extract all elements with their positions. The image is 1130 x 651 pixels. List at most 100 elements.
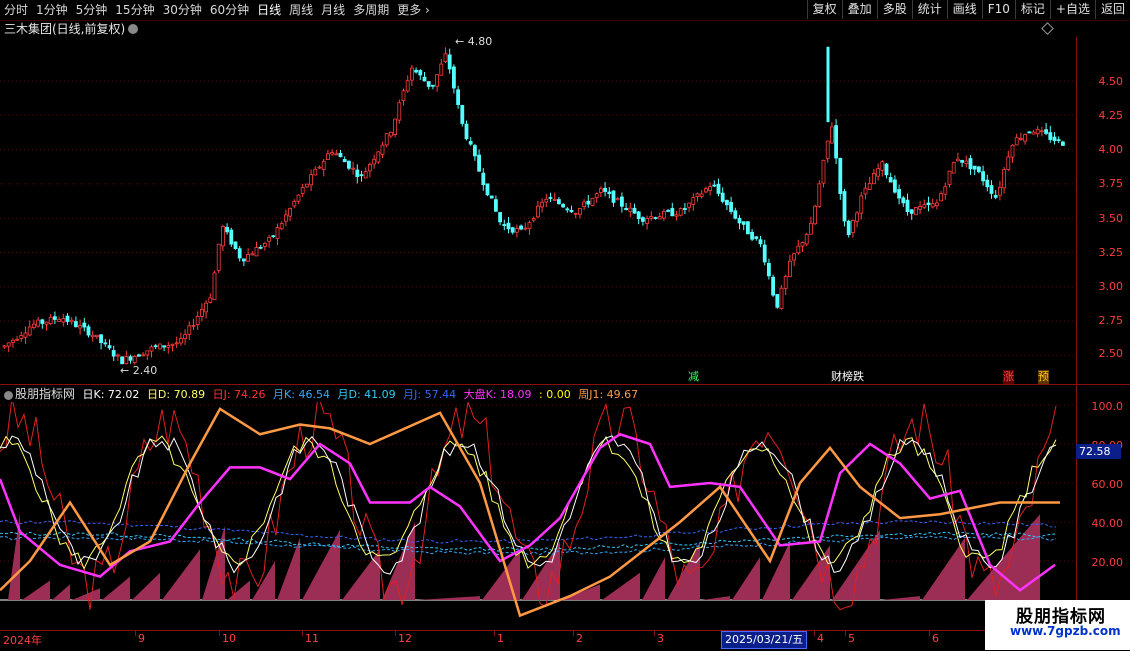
candle-body — [111, 350, 116, 357]
month-tick — [302, 631, 303, 636]
candle-body — [128, 356, 133, 361]
candle-body — [1014, 137, 1019, 146]
marker-zhang-text: 涨 — [1003, 370, 1014, 383]
dropdown-icon[interactable] — [128, 23, 139, 34]
price-tick: 2.75 — [1098, 314, 1124, 327]
candle-body — [498, 212, 503, 223]
candle-body — [678, 208, 683, 216]
mark-button[interactable]: 标记 — [1014, 0, 1050, 19]
candle-body — [183, 334, 188, 340]
indicator-axis: 100.0 80.00 60.00 40.00 20.00 — [1076, 385, 1130, 630]
candle-body — [309, 174, 314, 186]
candle-body — [792, 253, 796, 261]
stock-title[interactable]: 三木集团(日线,前复权) — [0, 21, 139, 37]
candle-body — [914, 207, 918, 216]
indicator-name[interactable]: 股朋指标网 — [15, 387, 75, 401]
candle-body — [1048, 132, 1053, 140]
tab-multi-period[interactable]: 多周期 — [349, 0, 393, 20]
candlestick-chart[interactable]: ← 4.80 ← 2.40 — [0, 37, 1076, 384]
f10-button[interactable]: F10 — [981, 0, 1015, 19]
multi-stock-button[interactable]: 多股 — [876, 0, 912, 19]
marker-yu-text: 预 — [1038, 370, 1049, 383]
candle-body — [1052, 136, 1057, 142]
histogram-triangle — [302, 529, 340, 600]
candle-body — [977, 166, 981, 173]
month-tick — [573, 631, 574, 636]
candle-body — [44, 321, 49, 325]
candle-body — [1023, 134, 1027, 142]
candle-body — [342, 159, 347, 163]
candle-body — [149, 346, 154, 352]
marker-yu[interactable]: 预 — [1038, 370, 1049, 384]
tab-60min[interactable]: 60分钟 — [206, 0, 253, 20]
candle-body — [262, 242, 267, 247]
candle-body — [704, 188, 708, 193]
tab-weekly[interactable]: 周线 — [285, 0, 317, 20]
candle-body — [477, 154, 482, 172]
candle-body — [586, 200, 591, 205]
diamond-icon[interactable] — [1041, 22, 1054, 35]
indicator-chart[interactable] — [0, 402, 1076, 630]
candle-body — [758, 239, 763, 245]
tab-5min[interactable]: 5分钟 — [72, 0, 112, 20]
tab-monthly[interactable]: 月线 — [317, 0, 349, 20]
histogram-triangle — [102, 576, 130, 600]
candle-body — [271, 235, 276, 238]
candle-body — [569, 209, 574, 213]
tab-fenshi[interactable]: 分时 — [0, 0, 32, 20]
candle-body — [439, 63, 444, 76]
fuquan-button[interactable]: 复权 — [806, 0, 842, 19]
month-tick — [135, 631, 136, 636]
indicator-collapse-icon[interactable] — [4, 390, 13, 400]
month-label: 11 — [305, 632, 319, 645]
candle-body — [1027, 131, 1032, 134]
candle-body — [624, 208, 628, 211]
candle-body — [174, 342, 179, 345]
marker-caibang[interactable]: 财榜跌 — [831, 370, 864, 384]
tab-30min[interactable]: 30分钟 — [159, 0, 206, 20]
statistics-button[interactable]: 统计 — [911, 0, 947, 19]
candle-body — [191, 324, 196, 327]
add-watchlist-button[interactable]: +自选 — [1049, 0, 1095, 19]
candle-body — [296, 194, 301, 202]
candle-body — [409, 67, 414, 81]
draw-line-button[interactable]: 画线 — [946, 0, 982, 19]
candle-body — [968, 158, 973, 170]
candle-body — [485, 183, 490, 196]
back-button[interactable]: 返回 — [1094, 0, 1130, 19]
tab-daily[interactable]: 日线 — [253, 0, 285, 20]
candle-body — [57, 319, 61, 322]
marker-jian[interactable]: 减 — [688, 370, 699, 384]
candle-body — [1044, 129, 1048, 134]
candle-body — [557, 199, 561, 205]
candle-body — [132, 356, 137, 364]
month-label: 1 — [497, 632, 504, 645]
price-tick: 2.50 — [1098, 347, 1124, 360]
candle-body — [573, 212, 578, 215]
candle-body — [414, 69, 419, 73]
candle-body — [153, 345, 158, 348]
candle-body — [166, 345, 171, 348]
candle-body — [599, 188, 603, 193]
candle-body — [594, 193, 599, 198]
overlay-button[interactable]: 叠加 — [841, 0, 877, 19]
tab-15min[interactable]: 15分钟 — [111, 0, 158, 20]
month-label: 6 — [932, 632, 939, 645]
candle-body — [809, 222, 813, 235]
marker-zhang[interactable]: 涨 — [1003, 370, 1014, 384]
candle-body — [246, 254, 251, 262]
tab-more[interactable]: 更多 › — [393, 0, 434, 20]
candle-body — [540, 201, 544, 208]
candle-body — [935, 202, 939, 207]
candle-body — [746, 221, 750, 235]
ind-item: 月K: 46.54 — [273, 388, 330, 401]
tab-1min[interactable]: 1分钟 — [32, 0, 72, 20]
candle-body — [817, 183, 822, 207]
candle-body — [947, 170, 952, 185]
indicator-header: 股朋指标网 日K: 72.02 日D: 70.89 日J: 74.26 月K: … — [4, 386, 642, 402]
histogram-triangle — [52, 584, 70, 600]
candle-body — [607, 191, 612, 194]
candle-body — [99, 334, 103, 344]
candle-body — [48, 316, 53, 324]
candle-body — [536, 205, 540, 218]
